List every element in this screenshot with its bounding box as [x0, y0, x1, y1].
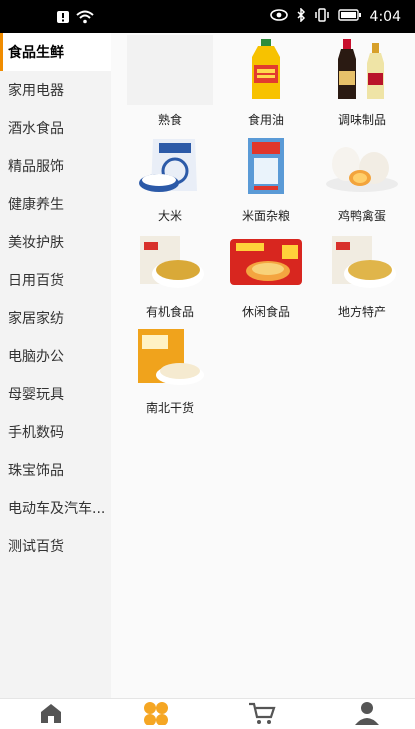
sidebar-item-label: 家用电器: [8, 83, 64, 99]
subcategory-label: 大米: [157, 209, 182, 223]
sauce-bottles-icon: [324, 35, 400, 105]
sidebar-item-office[interactable]: 电脑办公: [0, 337, 111, 375]
oil-bottle-icon: [228, 35, 304, 105]
eye-icon: [269, 9, 288, 25]
tab-cart[interactable]: [248, 701, 276, 725]
flour-bag-icon: [228, 131, 304, 201]
user-icon: [354, 702, 380, 729]
dried-goods-icon: [132, 323, 208, 393]
grain-bowl-icon: [132, 227, 208, 297]
category-icon: [142, 702, 170, 729]
sidebar-item-apparel[interactable]: 精品服饰: [0, 147, 111, 185]
sidebar-item-label: 家居家纺: [8, 311, 64, 327]
tab-home[interactable]: [38, 701, 64, 725]
subcategory-label: 调味制品: [337, 113, 386, 127]
subcategory-organic[interactable]: 有机食品: [125, 227, 215, 323]
notification-icon: [56, 9, 70, 28]
subcategory-dried-goods[interactable]: 南北干货: [125, 323, 215, 419]
subcategory-cooked-food[interactable]: 熟食: [125, 35, 215, 131]
wifi-icon: [76, 9, 94, 28]
bottom-tab-bar: [0, 698, 415, 726]
sidebar-item-label: 母婴玩具: [8, 387, 64, 403]
sidebar-item-label: 日用百货: [8, 273, 64, 289]
subcategory-label: 地方特产: [337, 305, 386, 319]
status-bar: 4:04: [0, 0, 415, 33]
sidebar-item-appliances[interactable]: 家用电器: [0, 71, 111, 109]
sidebar-item-home-textiles[interactable]: 家居家纺: [0, 299, 111, 337]
subcategory-label: 休闲食品: [241, 305, 290, 319]
battery-icon: [337, 9, 362, 25]
subcategory-label: 有机食品: [145, 305, 194, 319]
subcategory-label: 熟食: [157, 113, 182, 127]
sidebar-item-label: 健康养生: [8, 197, 64, 213]
sidebar-item-label: 美妆护肤: [8, 235, 64, 251]
subcategory-seasoning[interactable]: 调味制品: [317, 35, 407, 131]
status-time: 4:04: [369, 9, 401, 25]
subcategory-snacks[interactable]: 休闲食品: [221, 227, 311, 323]
tab-profile[interactable]: [354, 701, 380, 725]
sidebar-item-test-goods[interactable]: 测试百货: [0, 527, 111, 565]
sidebar-item-fresh-food[interactable]: 食品生鲜: [0, 33, 111, 71]
subcategory-label: 鸡鸭禽蛋: [337, 209, 386, 223]
eggs-icon: [324, 131, 400, 201]
bluetooth-icon: [296, 7, 306, 26]
home-icon: [38, 704, 64, 729]
sidebar-item-baby-toys[interactable]: 母婴玩具: [0, 375, 111, 413]
sidebar-item-label: 电脑办公: [8, 349, 64, 365]
sidebar-item-beauty[interactable]: 美妆护肤: [0, 223, 111, 261]
sidebar-item-daily-goods[interactable]: 日用百货: [0, 261, 111, 299]
cart-icon: [248, 702, 276, 729]
grain-bowl-icon: [324, 227, 400, 297]
sidebar-item-label: 测试百货: [8, 539, 64, 555]
sidebar-item-health[interactable]: 健康养生: [0, 185, 111, 223]
subcategory-local-specialties[interactable]: 地方特产: [317, 227, 407, 323]
sidebar-item-digital[interactable]: 手机数码: [0, 413, 111, 451]
subcategory-rice[interactable]: 大米: [125, 131, 215, 227]
category-sidebar: 食品生鲜 家用电器 酒水食品 精品服饰 健康养生 美妆护肤 日用百货 家居家纺 …: [0, 33, 111, 698]
subcategory-label: 南北干货: [145, 401, 194, 415]
sidebar-item-label: 电动车及汽车...: [8, 501, 106, 517]
category-content: 熟食 食用油 调味制品 大米 米面杂粮 鸡鸭禽蛋 有机食品 休闲食品 地方特产 …: [111, 33, 415, 698]
sidebar-item-drinks[interactable]: 酒水食品: [0, 109, 111, 147]
subcategory-cooking-oil[interactable]: 食用油: [221, 35, 311, 131]
subcategory-label: 食用油: [247, 113, 284, 127]
sidebar-item-label: 手机数码: [8, 425, 64, 441]
tab-category[interactable]: [142, 701, 168, 726]
sidebar-item-label: 食品生鲜: [8, 45, 64, 61]
blank-image: [127, 35, 213, 105]
subcategory-eggs[interactable]: 鸡鸭禽蛋: [317, 131, 407, 227]
vibrate-icon: [314, 8, 330, 26]
noodle-pack-icon: [228, 227, 304, 297]
sidebar-item-jewelry[interactable]: 珠宝饰品: [0, 451, 111, 489]
sidebar-item-label: 珠宝饰品: [8, 463, 64, 479]
sidebar-item-label: 酒水食品: [8, 121, 64, 137]
subcategory-label: 米面杂粮: [241, 209, 290, 223]
sidebar-item-label: 精品服饰: [8, 159, 64, 175]
subcategory-flour-grains[interactable]: 米面杂粮: [221, 131, 311, 227]
sidebar-item-vehicles[interactable]: 电动车及汽车...: [0, 489, 111, 527]
rice-bag-icon: [132, 131, 208, 201]
